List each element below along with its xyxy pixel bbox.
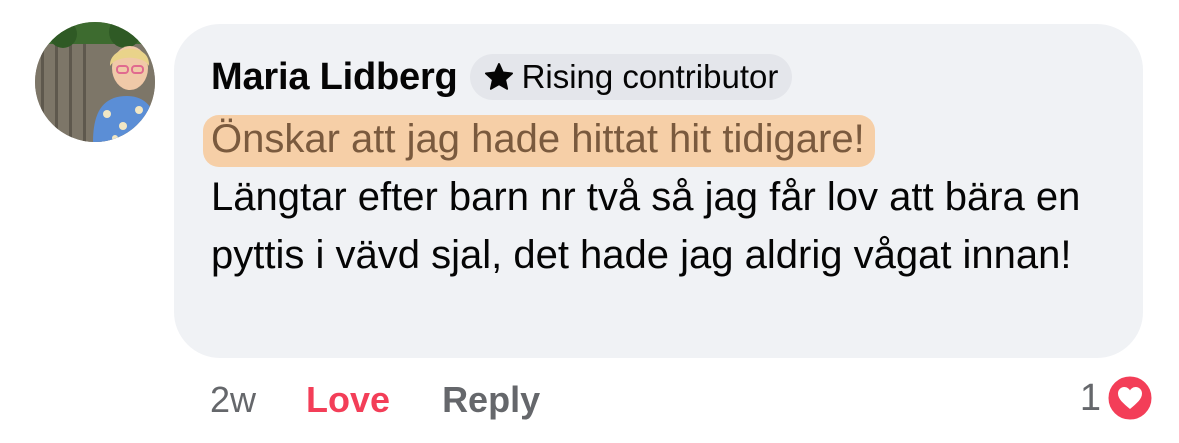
heart-reaction-icon bbox=[1105, 373, 1155, 423]
comment-bubble: Maria Lidberg Rising contributor Önskar … bbox=[174, 24, 1143, 358]
avatar-photo bbox=[35, 22, 155, 142]
comment: Maria Lidberg Rising contributor Önskar … bbox=[0, 0, 1179, 443]
contributor-badge[interactable]: Rising contributor bbox=[469, 54, 793, 100]
reaction-summary[interactable]: 1 bbox=[1080, 370, 1155, 426]
timestamp[interactable]: 2w bbox=[210, 379, 256, 421]
comment-text: Önskar att jag hade hittat hit tidigare!… bbox=[203, 110, 1131, 284]
comment-actions: 2w Love Reply bbox=[210, 372, 540, 428]
highlighted-text: Önskar att jag hade hittat hit tidigare! bbox=[203, 115, 875, 167]
love-button[interactable]: Love bbox=[306, 379, 390, 421]
comment-header: Maria Lidberg Rising contributor bbox=[211, 52, 793, 102]
reply-button[interactable]: Reply bbox=[442, 379, 540, 421]
comment-body: Längtar efter barn nr två så jag får lov… bbox=[211, 175, 1081, 277]
avatar[interactable] bbox=[35, 22, 155, 142]
star-icon bbox=[482, 60, 516, 94]
author-name[interactable]: Maria Lidberg bbox=[211, 56, 458, 99]
badge-label: Rising contributor bbox=[521, 58, 779, 95]
reaction-count: 1 bbox=[1079, 376, 1101, 419]
